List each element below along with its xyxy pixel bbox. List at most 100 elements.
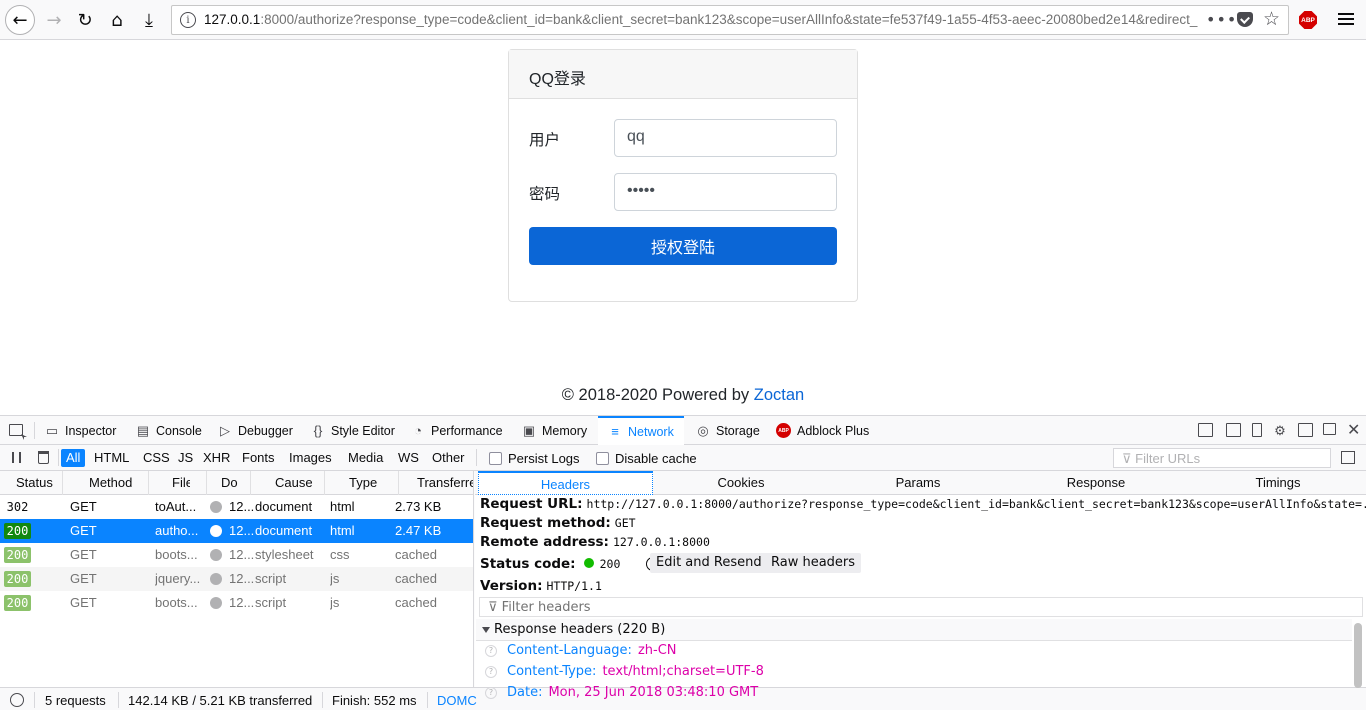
cell-method: GET	[70, 547, 97, 562]
tab-label: Storage	[716, 423, 760, 438]
page-actions-icon[interactable]: •••	[1206, 10, 1237, 29]
downloads-button[interactable]: ⤓	[135, 6, 163, 34]
column-type[interactable]: Type	[349, 475, 377, 490]
filter-js[interactable]: JS	[173, 449, 198, 467]
tab-memory[interactable]: ▣ Memory	[522, 416, 587, 445]
url-text[interactable]: 127.0.0.1:8000/authorize?response_type=c…	[204, 12, 1204, 27]
tab-debugger[interactable]: ▷ Debugger	[218, 416, 293, 445]
footer-link[interactable]: Zoctan	[754, 386, 804, 404]
storage-icon: ◎	[697, 422, 709, 438]
header-line[interactable]: ? Content-Language: zh-CN	[485, 643, 677, 658]
cell-transferred: 2.73 KB	[395, 499, 442, 514]
header-line[interactable]: ? Date: Mon, 25 Jun 2018 03:48:10 GMT	[485, 685, 758, 700]
divider	[206, 471, 207, 495]
status-code-row: Status code:200?	[480, 556, 661, 572]
filter-headers-input[interactable]: ⊽ Filter headers	[479, 597, 1363, 617]
tab-response[interactable]: Response	[1066, 475, 1126, 490]
tab-style-editor[interactable]: {} Style Editor	[311, 416, 395, 445]
request-list: Status Method File Do Cause Type Transfe…	[0, 471, 474, 687]
persist-logs-checkbox[interactable]: Persist Logs	[489, 451, 580, 466]
close-icon[interactable]: ✕	[1347, 420, 1360, 440]
edit-and-resend-button[interactable]: Edit and Resend	[650, 553, 768, 573]
filter-ws[interactable]: WS	[393, 449, 424, 467]
tab-storage[interactable]: ◎ Storage	[696, 416, 760, 445]
tab-timings[interactable]: Timings	[1253, 475, 1303, 490]
request-url-value[interactable]: http://127.0.0.1:8000/authorize?response…	[587, 497, 1366, 511]
password-input[interactable]: •••••	[614, 173, 837, 211]
element-picker-icon[interactable]	[9, 424, 23, 436]
pause-icon[interactable]	[12, 452, 21, 463]
checkbox-box[interactable]	[596, 452, 609, 465]
raw-headers-button[interactable]: Raw headers	[765, 553, 862, 573]
dock-side-icon[interactable]	[1298, 423, 1313, 437]
help-icon[interactable]: ?	[485, 686, 497, 699]
pocket-icon[interactable]	[1237, 12, 1253, 27]
tab-performance[interactable]: ◔ Performance	[411, 416, 503, 445]
reload-button[interactable]: ↻	[71, 6, 99, 34]
forward-button[interactable]: →	[40, 6, 68, 34]
tab-label: Performance	[431, 423, 503, 438]
help-icon[interactable]: ?	[485, 644, 497, 657]
help-icon[interactable]: ?	[485, 665, 497, 678]
filter-media[interactable]: Media	[343, 449, 388, 467]
filter-other[interactable]: Other	[427, 449, 470, 467]
split-console-icon[interactable]	[1226, 423, 1241, 437]
filter-headers-placeholder: Filter headers	[501, 600, 591, 615]
table-row[interactable]: 200 GET boots... 12... stylesheet css ca…	[0, 543, 473, 567]
table-row[interactable]: 302 GET toAut... 12... document html 2.7…	[0, 495, 473, 519]
back-button[interactable]: ←	[5, 5, 35, 35]
header-line[interactable]: ? Content-Type: text/html;charset=UTF-8	[485, 664, 764, 679]
info-icon[interactable]: i	[180, 12, 196, 28]
column-method[interactable]: Method	[89, 475, 132, 490]
authorize-login-button[interactable]: 授权登陆	[529, 227, 837, 265]
gear-icon: ⚙	[1274, 422, 1286, 438]
status-badge: 200	[4, 595, 31, 611]
table-row[interactable]: 200 GET boots... 12... script js cached	[0, 591, 473, 615]
reload-icon: ↻	[77, 9, 93, 31]
column-domain[interactable]: Do	[221, 475, 238, 490]
column-transferred[interactable]: Transferred	[417, 475, 473, 490]
column-file[interactable]: File	[172, 475, 190, 490]
tab-cookies[interactable]: Cookies	[716, 475, 766, 490]
toggle-sidebar-icon[interactable]	[1341, 451, 1355, 464]
download-icon: ⤓	[145, 9, 153, 31]
bookmark-star-icon[interactable]: ☆	[1263, 8, 1280, 30]
filter-xhr[interactable]: XHR	[198, 449, 235, 467]
tab-network[interactable]: ≡ Network	[598, 416, 684, 445]
table-row[interactable]: 200 GET jquery... 12... script js cached	[0, 567, 473, 591]
network-icon: ≡	[611, 424, 619, 439]
home-button[interactable]: ⌂	[103, 6, 131, 34]
version-label: Version:	[480, 578, 543, 594]
filter-all[interactable]: All	[61, 449, 86, 467]
performance-analysis-icon[interactable]	[10, 693, 24, 707]
filter-html[interactable]: HTML	[89, 449, 134, 467]
filter-images[interactable]: Images	[284, 449, 337, 467]
hamburger-menu-icon[interactable]	[1338, 10, 1354, 30]
column-cause[interactable]: Cause	[275, 475, 313, 490]
tab-headers[interactable]: Headers	[478, 471, 653, 495]
column-status[interactable]: Status	[16, 475, 53, 490]
trash-icon[interactable]	[38, 451, 49, 464]
disable-cache-checkbox[interactable]: Disable cache	[596, 451, 697, 466]
filter-urls-input[interactable]: ⊽ Filter URLs	[1113, 448, 1331, 468]
frame-select-icon[interactable]	[1198, 423, 1213, 437]
adblock-plus-icon[interactable]: ABP	[1299, 11, 1317, 29]
user-input[interactable]: qq	[614, 119, 837, 157]
url-bar[interactable]: i 127.0.0.1:8000/authorize?response_type…	[171, 5, 1289, 35]
divider	[118, 692, 119, 708]
filter-fonts[interactable]: Fonts	[237, 449, 280, 467]
tab-console[interactable]: ▤ Console	[136, 416, 202, 445]
response-headers-section[interactable]: Response headers (220 B)	[476, 619, 1352, 641]
checkbox-box[interactable]	[489, 452, 502, 465]
tab-adblock-plus[interactable]: ABP Adblock Plus	[776, 416, 869, 445]
settings-button[interactable]: ⚙	[1273, 416, 1287, 445]
footer-text: © 2018-2020 Powered by	[561, 386, 754, 404]
filter-css[interactable]: CSS	[138, 449, 175, 467]
table-row[interactable]: 200 GET autho... 12... document html 2.4…	[0, 519, 473, 543]
tab-inspector[interactable]: ▭ Inspector	[45, 416, 117, 445]
responsive-mode-icon[interactable]	[1252, 423, 1262, 437]
cell-domain: 12...	[229, 571, 255, 586]
tab-params[interactable]: Params	[893, 475, 943, 490]
undock-icon[interactable]	[1323, 423, 1336, 435]
scrollbar-thumb[interactable]	[1354, 623, 1362, 688]
